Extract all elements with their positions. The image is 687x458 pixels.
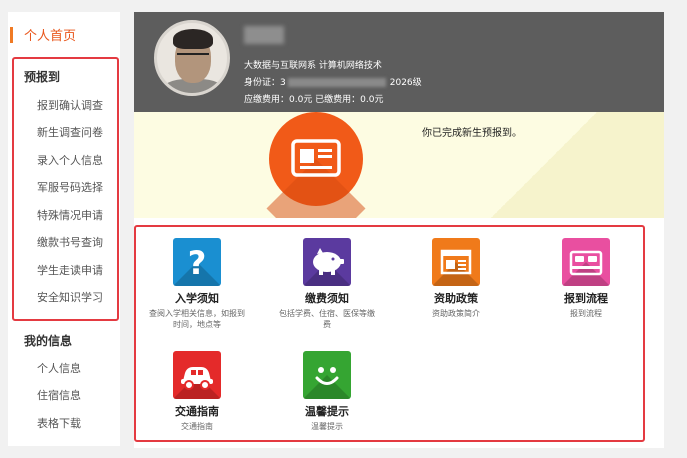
sidebar-group-my-info: 我的信息 (24, 334, 73, 348)
tile-payment-notice[interactable]: 缴费须知 包括学费、住宿、医保等缴费 (272, 238, 382, 330)
tile-registration-process[interactable]: 报到流程 报到流程 (531, 238, 641, 319)
sidebar-group-pre-registration: 预报到 (24, 70, 61, 84)
tile-description: 查阅入学相关信息，如报到时间，地点等 (149, 309, 245, 329)
newspaper-icon (440, 249, 472, 275)
bed-icon (569, 250, 603, 276)
fee-summary: 应缴费用：0.0元 已缴费用：0.0元 (244, 95, 384, 105)
registration-status-panel: 你已完成新生预报到。 (134, 112, 664, 218)
tile-icon-bg: ? (173, 238, 221, 286)
tile-title: 缴费须知 (305, 292, 349, 305)
sidebar-item-registration-confirm[interactable]: 报到确认调查 (37, 97, 103, 113)
sidebar-item-safety-study[interactable]: 安全知识学习 (37, 289, 103, 305)
sidebar: 个人首页 预报到 报到确认调查 新生调查问卷 录入个人信息 军服号码选择 特殊情… (8, 12, 120, 446)
tile-title: 报到流程 (564, 292, 608, 305)
tile-description: 温馨提示 (311, 422, 343, 431)
piggy-bank-icon (313, 248, 344, 275)
tile-title: 交通指南 (175, 405, 219, 418)
avatar (154, 20, 230, 96)
id-card-badge (266, 112, 366, 218)
sidebar-home-label[interactable]: 个人首页 (24, 25, 76, 44)
tile-description: 包括学费、住宿、医保等缴费 (279, 309, 375, 329)
tile-icon-bg (303, 351, 351, 399)
department-text: 大数据与互联网系 计算机网络技术 (244, 61, 382, 71)
portal-page: 个人首页 预报到 报到确认调查 新生调查问卷 录入个人信息 军服号码选择 特殊情… (0, 0, 687, 458)
id-card-icon (291, 139, 341, 177)
tile-icon-bg (432, 238, 480, 286)
sidebar-item-forms-download[interactable]: 表格下载 (37, 415, 81, 431)
profile-banner: 大数据与互联网系 计算机网络技术 身份证：3 2026级 应缴费用：0.0元 已缴… (134, 12, 664, 112)
tile-warm-tips[interactable]: 温馨提示 温馨提示 (272, 351, 382, 432)
sidebar-item-personal-info[interactable]: 个人信息 (37, 360, 81, 376)
tile-title: 入学须知 (175, 292, 219, 305)
svg-text:?: ? (188, 244, 207, 282)
id-number-row: 身份证：3 2026级 (244, 75, 422, 88)
sidebar-item-special-request[interactable]: 特殊情况申请 (37, 207, 103, 223)
tile-description: 报到流程 (570, 309, 602, 318)
smile-icon (315, 367, 339, 385)
sidebar-item-personal-info-entry[interactable]: 录入个人信息 (37, 152, 103, 168)
active-indicator (10, 27, 13, 43)
tile-financial-aid[interactable]: 资助政策 资助政策简介 (401, 238, 511, 319)
tile-admission-notice[interactable]: ? 入学须知 查阅入学相关信息，如报到时间，地点等 (142, 238, 252, 330)
sidebar-item-questionnaire[interactable]: 新生调查问卷 (37, 124, 103, 140)
sidebar-home[interactable]: 个人首页 (8, 22, 120, 48)
id-label: 身份证： (244, 78, 281, 88)
student-name-redacted (244, 26, 284, 44)
status-message: 你已完成新生预报到。 (422, 128, 522, 139)
tile-description: 交通指南 (181, 422, 213, 431)
tile-icon-bg (562, 238, 610, 286)
question-icon: ? (188, 244, 207, 282)
sidebar-item-payment-query[interactable]: 缴款书号查询 (37, 234, 103, 250)
tile-description: 资助政策简介 (432, 309, 480, 318)
tile-title: 温馨提示 (305, 405, 349, 418)
id-number-redacted (287, 78, 386, 87)
tile-transport-guide[interactable]: 交通指南 交通指南 (142, 351, 252, 432)
sidebar-item-day-student[interactable]: 学生走读申请 (37, 262, 103, 278)
grade-text: 2026级 (389, 78, 422, 88)
tile-title: 资助政策 (434, 292, 478, 305)
tile-icon-bg (303, 238, 351, 286)
tile-icon-bg (173, 351, 221, 399)
id-prefix: 3 (280, 78, 286, 88)
sidebar-item-dorm-info[interactable]: 住宿信息 (37, 387, 81, 403)
sidebar-item-uniform-size[interactable]: 军服号码选择 (37, 179, 103, 195)
car-icon (181, 367, 213, 390)
